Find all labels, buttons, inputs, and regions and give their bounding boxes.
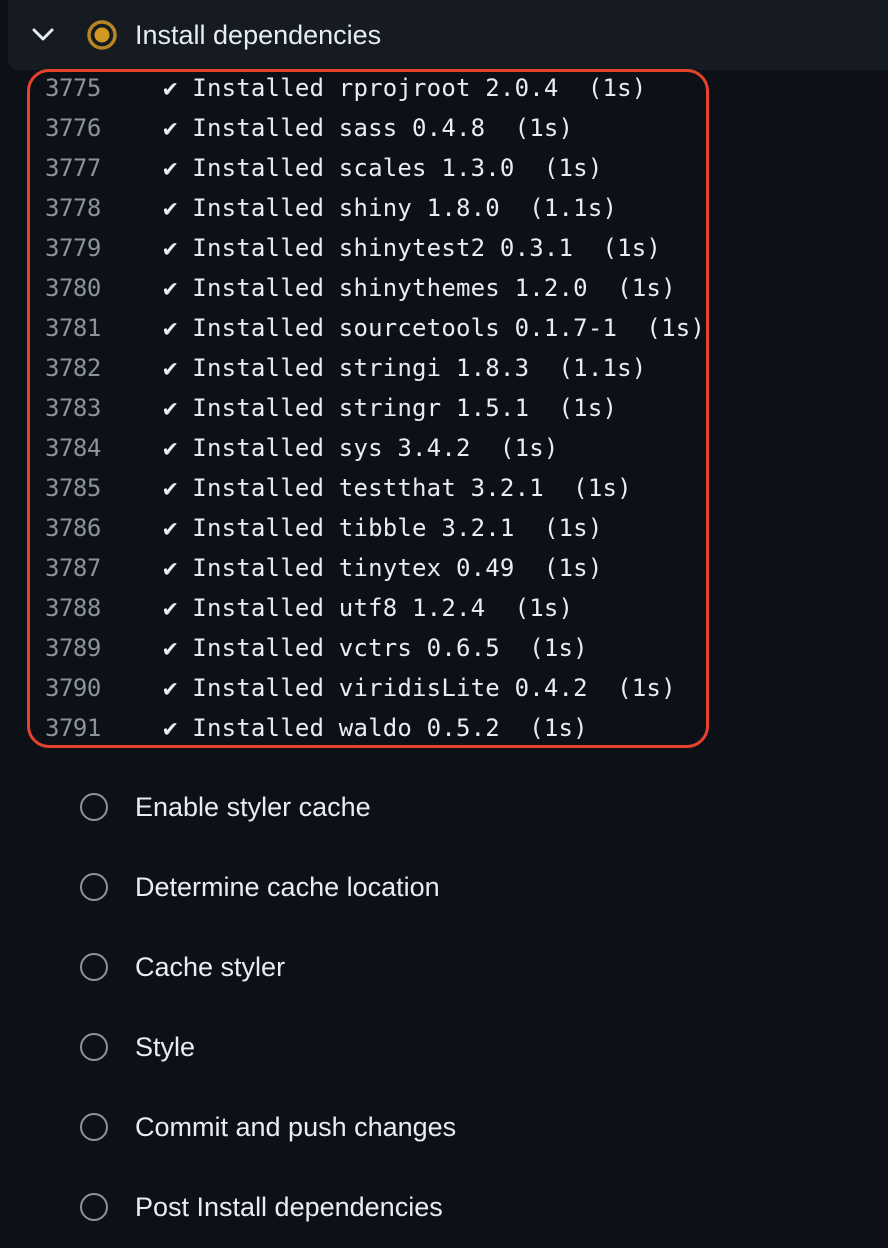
log-text: ✔ Installed testthat 3.2.1 (1s) xyxy=(163,474,632,502)
pending-status-icon xyxy=(80,1113,108,1141)
line-number[interactable]: 3775 xyxy=(45,68,101,108)
step-title: Install dependencies xyxy=(135,20,382,50)
log-text: ✔ Installed scales 1.3.0 (1s) xyxy=(163,154,603,182)
pending-status-icon xyxy=(80,953,108,981)
line-number[interactable]: 3776 xyxy=(45,108,101,148)
line-number[interactable]: 3783 xyxy=(45,388,101,428)
step-label: Determine cache location xyxy=(135,872,440,902)
pending-status-icon xyxy=(80,1193,108,1221)
line-number[interactable]: 3787 xyxy=(45,548,101,588)
step-header-install-dependencies[interactable]: Install dependencies xyxy=(8,0,888,70)
line-number[interactable]: 3780 xyxy=(45,268,101,308)
log-line: 3776 ✔ Installed sass 0.4.8 (1s) xyxy=(0,108,888,148)
log-text: ✔ Installed sass 0.4.8 (1s) xyxy=(163,114,574,142)
step-cache-styler[interactable]: Cache styler xyxy=(0,928,888,1008)
log-text: ✔ Installed tinytex 0.49 (1s) xyxy=(163,554,603,582)
pending-status-icon xyxy=(80,873,108,901)
pending-status-icon xyxy=(80,1033,108,1061)
line-number[interactable]: 3788 xyxy=(45,588,101,628)
log-text: ✔ Installed shinythemes 1.2.0 (1s) xyxy=(163,274,676,302)
step-label: Cache styler xyxy=(135,952,286,982)
step-label: Commit and push changes xyxy=(135,1112,457,1142)
log-line: 3777 ✔ Installed scales 1.3.0 (1s) xyxy=(0,148,888,188)
pending-status-icon xyxy=(80,793,108,821)
log-line: 3791 ✔ Installed waldo 0.5.2 (1s) xyxy=(0,708,888,748)
log-line: 3783 ✔ Installed stringr 1.5.1 (1s) xyxy=(0,388,888,428)
log-line: 3780 ✔ Installed shinythemes 1.2.0 (1s) xyxy=(0,268,888,308)
line-number[interactable]: 3781 xyxy=(45,308,101,348)
log-text: ✔ Installed vctrs 0.6.5 (1s) xyxy=(163,634,588,662)
step-enable-styler-cache[interactable]: Enable styler cache xyxy=(0,768,888,848)
line-number[interactable]: 3786 xyxy=(45,508,101,548)
log-text: ✔ Installed stringr 1.5.1 (1s) xyxy=(163,394,618,422)
log-line: 3785 ✔ Installed testthat 3.2.1 (1s) xyxy=(0,468,888,508)
log-line: 3779 ✔ Installed shinytest2 0.3.1 (1s) xyxy=(0,228,888,268)
step-label: Style xyxy=(135,1032,196,1062)
line-number[interactable]: 3790 xyxy=(45,668,101,708)
log-line: 3790 ✔ Installed viridisLite 0.4.2 (1s) xyxy=(0,668,888,708)
log-line: 3789 ✔ Installed vctrs 0.6.5 (1s) xyxy=(0,628,888,668)
log-line: 3787 ✔ Installed tinytex 0.49 (1s) xyxy=(0,548,888,588)
line-number[interactable]: 3784 xyxy=(45,428,101,468)
step-label: Enable styler cache xyxy=(135,792,371,822)
log-line: 3781 ✔ Installed sourcetools 0.1.7-1 (1s) xyxy=(0,308,888,348)
log-line: 3784 ✔ Installed sys 3.4.2 (1s) xyxy=(0,428,888,468)
step-label: Post Install dependencies xyxy=(135,1192,443,1222)
log-line: 3775 ✔ Installed rprojroot 2.0.4 (1s) xyxy=(0,68,888,108)
log-line: 3788 ✔ Installed utf8 1.2.4 (1s) xyxy=(0,588,888,628)
line-number[interactable]: 3777 xyxy=(45,148,101,188)
in-progress-icon xyxy=(86,19,118,51)
log-line: 3782 ✔ Installed stringi 1.8.3 (1.1s) xyxy=(0,348,888,388)
log-output: 3775 ✔ Installed rprojroot 2.0.4 (1s) 377… xyxy=(0,68,888,748)
step-determine-cache-location[interactable]: Determine cache location xyxy=(0,848,888,928)
log-text: ✔ Installed shinytest2 0.3.1 (1s) xyxy=(163,234,662,262)
step-style[interactable]: Style xyxy=(0,1008,888,1088)
line-number[interactable]: 3778 xyxy=(45,188,101,228)
log-text: ✔ Installed sourcetools 0.1.7-1 (1s) xyxy=(163,314,706,342)
line-number[interactable]: 3791 xyxy=(45,708,101,748)
log-text: ✔ Installed tibble 3.2.1 (1s) xyxy=(163,514,603,542)
line-number[interactable]: 3789 xyxy=(45,628,101,668)
log-text: ✔ Installed utf8 1.2.4 (1s) xyxy=(163,594,574,622)
line-number[interactable]: 3785 xyxy=(45,468,101,508)
log-text: ✔ Installed rprojroot 2.0.4 (1s) xyxy=(163,74,647,102)
line-number[interactable]: 3782 xyxy=(45,348,101,388)
log-text: ✔ Installed viridisLite 0.4.2 (1s) xyxy=(163,674,676,702)
log-text: ✔ Installed waldo 0.5.2 (1s) xyxy=(163,714,588,742)
line-number[interactable]: 3779 xyxy=(45,228,101,268)
log-text: ✔ Installed stringi 1.8.3 (1.1s) xyxy=(163,354,647,382)
log-line: 3786 ✔ Installed tibble 3.2.1 (1s) xyxy=(0,508,888,548)
chevron-down-icon[interactable] xyxy=(30,22,56,48)
log-line: 3778 ✔ Installed shiny 1.8.0 (1.1s) xyxy=(0,188,888,228)
log-text: ✔ Installed sys 3.4.2 (1s) xyxy=(163,434,559,462)
step-commit-and-push-changes[interactable]: Commit and push changes xyxy=(0,1088,888,1168)
log-text: ✔ Installed shiny 1.8.0 (1.1s) xyxy=(163,194,618,222)
step-post-install-dependencies[interactable]: Post Install dependencies xyxy=(0,1168,888,1248)
pending-steps-list: Enable styler cache Determine cache loca… xyxy=(0,768,888,1248)
